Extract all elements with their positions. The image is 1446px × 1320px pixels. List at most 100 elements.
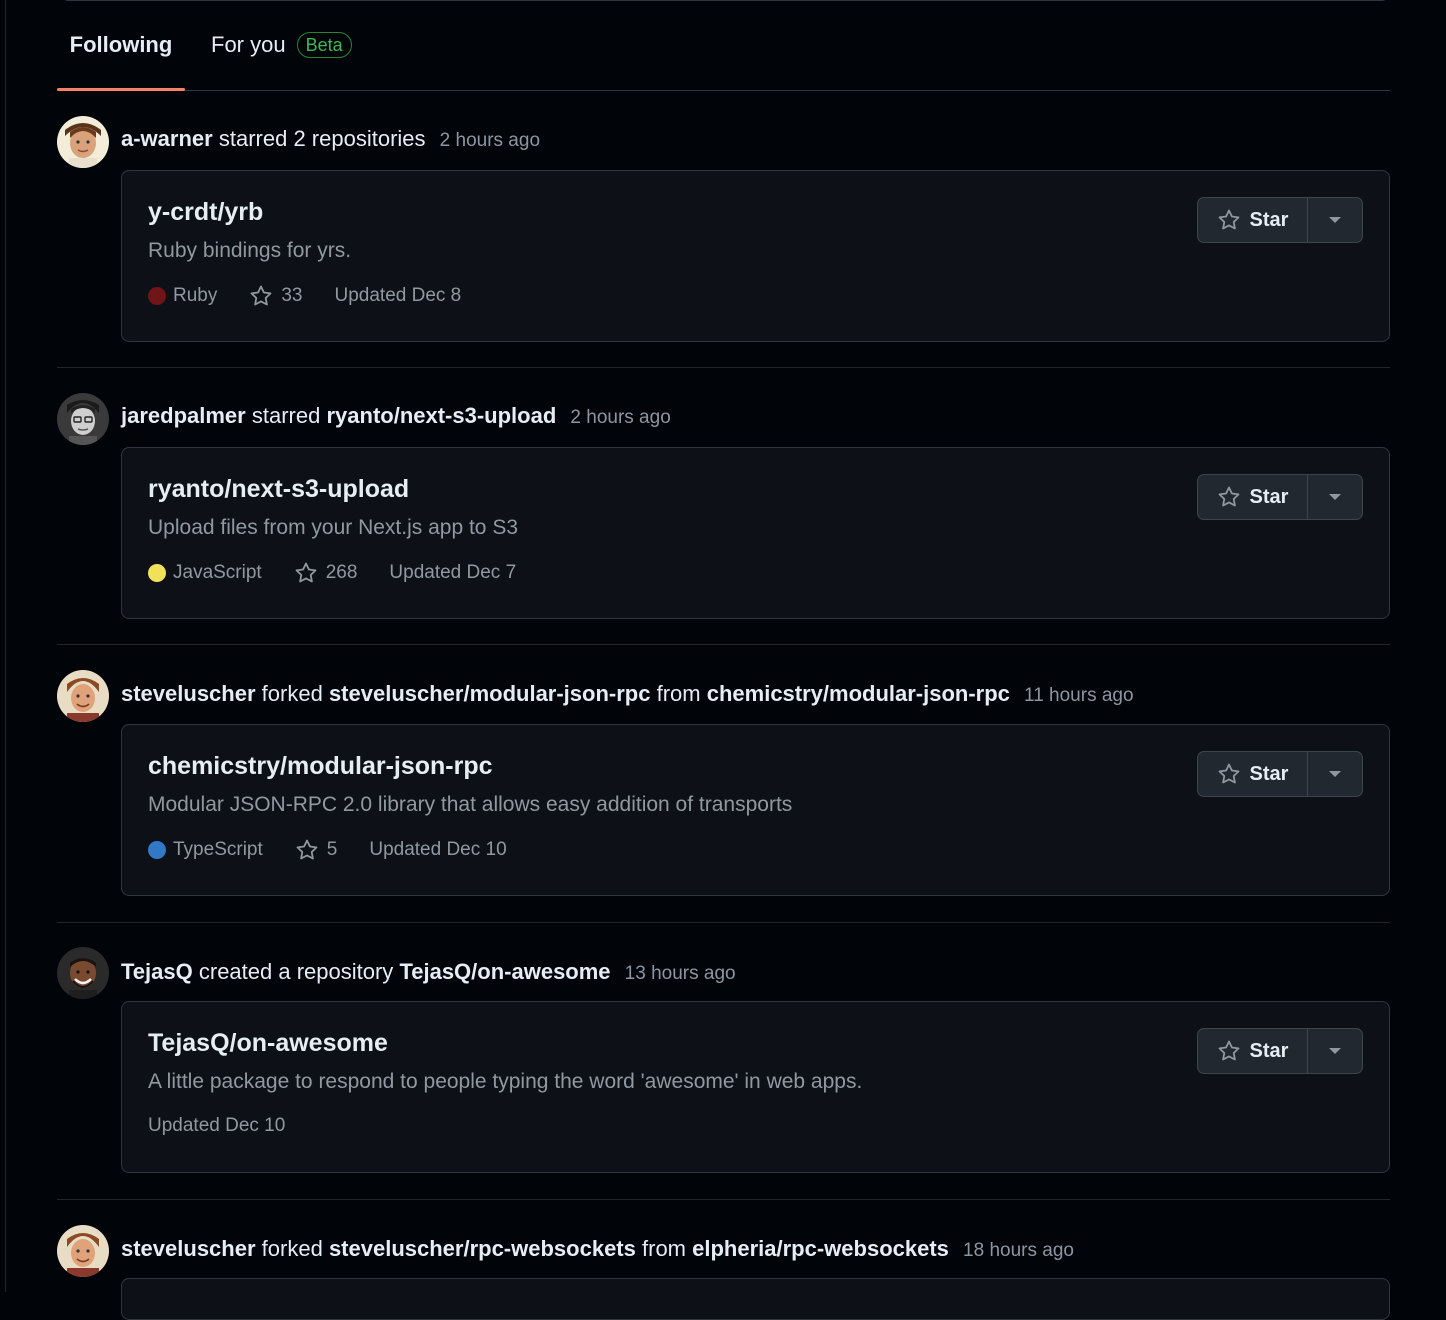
event-time: 18 hours ago (963, 1240, 1074, 1261)
avatar[interactable] (57, 393, 109, 445)
avatar[interactable] (57, 670, 109, 722)
star-list-dropdown[interactable] (1308, 752, 1362, 796)
star-icon (1218, 209, 1239, 230)
event-target[interactable]: TejasQ/on-awesome (399, 959, 610, 984)
repo-description: A little package to respond to people ty… (148, 1070, 863, 1093)
star-button-group: Star (1197, 474, 1363, 520)
beta-badge: Beta (296, 32, 352, 58)
repo-meta: JavaScript 268 Updated Dec 7 (148, 561, 516, 585)
repo-name-link[interactable]: y-crdt/yrb (148, 198, 263, 227)
repo-card: y-crdt/yrb Ruby bindings for yrs. Ruby 3… (121, 170, 1390, 342)
star-button-label: Star (1249, 1039, 1289, 1062)
repo-language: TypeScript (148, 839, 263, 861)
repo-card: ryanto/next-s3-upload Upload files from … (121, 447, 1390, 619)
actor-link[interactable]: jaredpalmer (121, 403, 246, 428)
repo-name-link[interactable]: TejasQ/on-awesome (148, 1029, 388, 1058)
repo-meta: Ruby 33 Updated Dec 8 (148, 284, 461, 308)
repo-card: TejasQ/on-awesome A little package to re… (121, 1001, 1390, 1173)
star-button[interactable]: Star (1198, 475, 1308, 519)
event-action: forked (261, 681, 323, 706)
event-from: from (642, 1236, 686, 1261)
star-icon (295, 562, 317, 583)
event-time: 13 hours ago (624, 963, 736, 984)
star-button-label: Star (1249, 485, 1289, 508)
repo-name-link[interactable]: ryanto/next-s3-upload (148, 475, 409, 504)
event-source[interactable]: elpheria/rpc-websockets (692, 1236, 949, 1261)
event-headline: jaredpalmer starred ryanto/next-s3-uploa… (121, 403, 671, 429)
star-icon (296, 839, 318, 860)
star-icon (1218, 486, 1239, 507)
triangle-down-icon (1329, 494, 1341, 500)
repo-description: Ruby bindings for yrs. (148, 239, 352, 262)
repo-card (121, 1278, 1390, 1320)
actor-link[interactable]: a-warner (121, 126, 213, 151)
event-from: from (656, 681, 701, 706)
repo-card: chemicstry/modular-json-rpc Modular JSON… (121, 724, 1390, 896)
language-dot-icon (148, 287, 166, 305)
repo-stars[interactable]: 5 (295, 838, 338, 862)
repo-meta: TypeScript 5 Updated Dec 10 (148, 838, 507, 862)
star-button-group: Star (1197, 197, 1363, 243)
event-headline: steveluscher forked steveluscher/rpc-web… (121, 1236, 1074, 1262)
tab-for-you[interactable]: For you Beta (211, 0, 352, 90)
event-source[interactable]: chemicstry/modular-json-rpc (707, 681, 1010, 706)
event-time: 11 hours ago (1024, 685, 1134, 706)
repo-name-link[interactable]: chemicstry/modular-json-rpc (148, 752, 493, 781)
star-button[interactable]: Star (1198, 198, 1308, 242)
event-divider (57, 1199, 1390, 1200)
event-action: created a repository (198, 959, 394, 984)
star-icon (250, 285, 272, 306)
tab-for-you-label: For you (211, 32, 286, 57)
language-label: TypeScript (173, 839, 263, 860)
star-button[interactable]: Star (1198, 752, 1308, 796)
event-divider (57, 367, 1390, 368)
repo-language: Ruby (148, 285, 217, 307)
star-count: 5 (326, 839, 338, 860)
star-button-group: Star (1197, 1028, 1363, 1074)
repo-meta: Updated Dec 10 (148, 1115, 285, 1137)
repo-updated: Updated Dec 10 (148, 1115, 286, 1136)
event-action: starred (251, 403, 321, 428)
event-headline: TejasQ created a repository TejasQ/on-aw… (121, 959, 736, 985)
star-list-dropdown[interactable] (1308, 475, 1362, 519)
event-time: 2 hours ago (570, 407, 671, 428)
actor-link[interactable]: TejasQ (121, 959, 193, 984)
language-dot-icon (148, 564, 166, 582)
actor-link[interactable]: steveluscher (121, 681, 256, 706)
repo-stars[interactable]: 268 (294, 561, 358, 585)
star-icon (1218, 1040, 1239, 1061)
repo-updated: Updated Dec 7 (389, 562, 517, 583)
triangle-down-icon (1329, 217, 1341, 223)
event-headline: steveluscher forked steveluscher/modular… (121, 681, 1134, 707)
avatar[interactable] (57, 947, 109, 999)
actor-link[interactable]: steveluscher (121, 1236, 256, 1261)
event-target[interactable]: ryanto/next-s3-upload (326, 403, 556, 428)
language-label: JavaScript (173, 562, 262, 583)
star-count: 268 (325, 562, 358, 583)
star-button-label: Star (1249, 762, 1289, 785)
repo-updated: Updated Dec 8 (334, 285, 462, 306)
star-button-group: Star (1197, 751, 1363, 797)
star-button[interactable]: Star (1198, 1029, 1308, 1073)
repo-description: Modular JSON-RPC 2.0 library that allows… (148, 793, 793, 816)
star-list-dropdown[interactable] (1308, 1029, 1362, 1073)
repo-description: Upload files from your Next.js app to S3 (148, 516, 519, 539)
tab-following[interactable]: Following (57, 0, 185, 91)
event-target[interactable]: steveluscher/rpc-websockets (329, 1236, 636, 1261)
language-dot-icon (148, 841, 166, 859)
tab-following-label: Following (69, 32, 173, 57)
event-target[interactable]: 2 repositories (293, 126, 425, 151)
star-icon (1218, 763, 1239, 784)
triangle-down-icon (1329, 771, 1341, 777)
repo-stars[interactable]: 33 (249, 284, 303, 308)
avatar[interactable] (57, 116, 109, 168)
event-action: starred (218, 126, 288, 151)
star-button-label: Star (1249, 208, 1289, 231)
event-divider (57, 644, 1390, 645)
event-action: forked (261, 1236, 323, 1261)
triangle-down-icon (1329, 1048, 1341, 1054)
star-list-dropdown[interactable] (1308, 198, 1362, 242)
event-target[interactable]: steveluscher/modular-json-rpc (329, 681, 651, 706)
avatar[interactable] (57, 1225, 109, 1277)
page-left-border (5, 0, 6, 1292)
